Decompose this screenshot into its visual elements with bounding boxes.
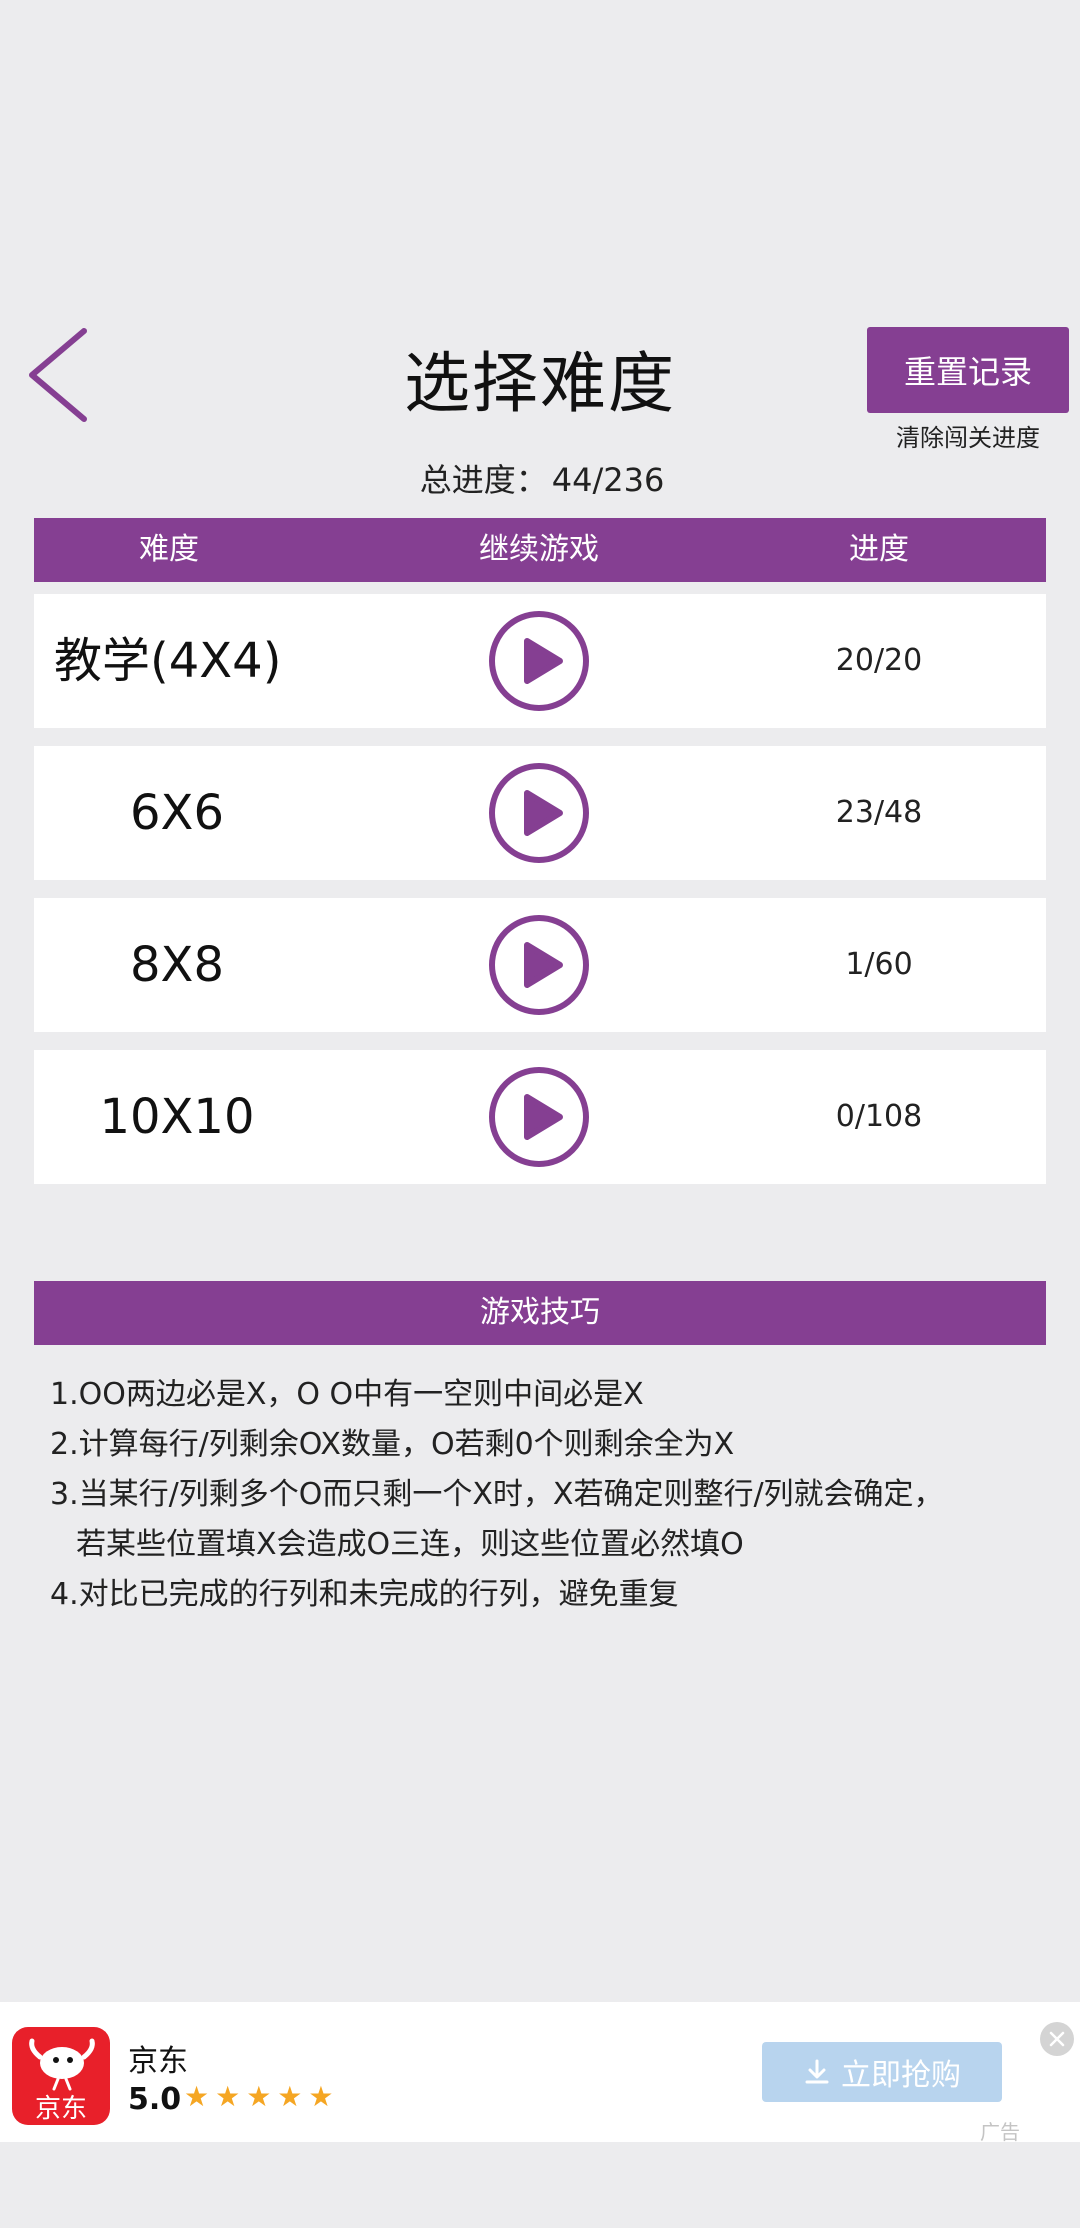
reset-record-button[interactable]: 重置记录 xyxy=(867,327,1069,413)
ad-tag: 广告 xyxy=(980,2120,1020,2144)
level-select-screen: 选择难度 重置记录 清除闯关进度 总进度： 44/236 难度 继续游戏 进度 教… xyxy=(0,0,1080,2228)
level-progress: 20/20 xyxy=(835,643,923,678)
tips-title: 游戏技巧 xyxy=(34,1281,1046,1345)
tips-list: 1.OO两边必是X，O O中有一空则中间必是X 2.计算每行/列剩余OX数量，O… xyxy=(50,1370,1060,1620)
close-icon xyxy=(1049,2031,1065,2047)
play-button[interactable] xyxy=(488,610,590,712)
ad-buy-now-label: 立即抢购 xyxy=(841,2058,961,2093)
ad-star-rating: ★★★★★ xyxy=(184,2080,340,2113)
play-button[interactable] xyxy=(488,762,590,864)
total-progress: 总进度： 44/236 xyxy=(0,455,1080,501)
level-label: 8X8 xyxy=(130,937,224,993)
difficulty-table-header: 难度 继续游戏 进度 xyxy=(34,518,1046,582)
level-label: 教学(4X4) xyxy=(54,633,282,689)
ad-close-button[interactable] xyxy=(1040,2022,1074,2056)
tip-line: 2.计算每行/列剩余OX数量，O若剩0个则剩余全为X xyxy=(50,1427,735,1462)
column-header-progress: 进度 xyxy=(849,532,909,567)
ad-buy-now-button[interactable]: 立即抢购 xyxy=(762,2042,1002,2102)
total-progress-label: 总进度： xyxy=(419,461,548,499)
play-circle-icon xyxy=(489,763,589,863)
difficulty-row-8x8: 8X8 1/60 xyxy=(34,898,1046,1032)
tip-line: 4.对比已完成的行列和未完成的行列，避免重复 xyxy=(50,1577,679,1612)
tip-line: 3.当某行/列剩多个O而只剩一个X时，X若确定则整行/列就会确定， xyxy=(50,1477,944,1512)
jd-logo: 京东 xyxy=(12,2027,110,2125)
play-button[interactable] xyxy=(488,914,590,1016)
download-icon xyxy=(805,2059,829,2084)
level-progress: 1/60 xyxy=(845,947,913,982)
level-progress: 0/108 xyxy=(835,1099,923,1134)
play-circle-icon xyxy=(489,1067,589,1167)
column-header-difficulty: 难度 xyxy=(139,532,199,567)
ad-app-name: 京东 xyxy=(128,2044,188,2079)
tip-line: 1.OO两边必是X，O O中有一空则中间必是X xyxy=(50,1377,644,1412)
ad-rating: 5.0 xyxy=(128,2082,182,2117)
tip-line: 若某些位置填X会造成O三连，则这些位置必然填O xyxy=(76,1527,744,1562)
total-progress-value: 44/236 xyxy=(551,461,665,499)
svg-text:京东: 京东 xyxy=(35,2094,87,2124)
ad-banner[interactable]: 京东 京东 5.0 ★★★★★ 立即抢购 广告 xyxy=(0,2002,1080,2144)
play-button[interactable] xyxy=(488,1066,590,1168)
level-progress: 23/48 xyxy=(835,795,923,830)
play-circle-icon xyxy=(489,611,589,711)
difficulty-row-6x6: 6X6 23/48 xyxy=(34,746,1046,880)
difficulty-row-10x10: 10X10 0/108 xyxy=(34,1050,1046,1184)
reset-hint: 清除闯关进度 xyxy=(896,424,1040,452)
level-label: 10X10 xyxy=(99,1089,255,1145)
level-label: 6X6 xyxy=(130,785,224,841)
play-circle-icon xyxy=(489,915,589,1015)
difficulty-row-tutorial: 教学(4X4) 20/20 xyxy=(34,594,1046,728)
